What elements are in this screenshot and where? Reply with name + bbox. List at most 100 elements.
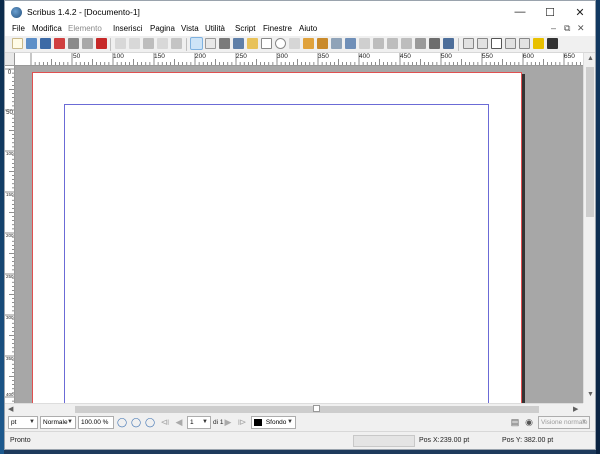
polygon-icon[interactable] [275,38,286,49]
layer-select[interactable]: Sfondo ▼ [251,416,296,429]
minimize-button[interactable]: — [505,1,535,23]
ruler-tick-label: 500 [441,53,452,60]
cut-icon[interactable] [143,38,154,49]
open-document-icon[interactable] [26,38,37,49]
pdf-annotation-icon[interactable] [533,38,544,49]
preflight-icon[interactable] [82,38,93,49]
close-document-icon[interactable] [54,38,65,49]
pdf-button-icon[interactable] [463,38,474,49]
document-canvas[interactable] [15,66,583,403]
menu-modifica[interactable]: Modifica [32,24,62,33]
ruler-tick-label: 350 [318,53,329,60]
menu-utilita[interactable]: Utilità [205,24,225,33]
maximize-button[interactable]: ☐ [535,1,565,23]
visual-appearance-icon[interactable]: ◉ [524,417,534,427]
view-toolbar: pt ▼ Normale ▼ 100.00 % ◯ ◯ ◯ ⧏ ◀ 1 ▼ di… [5,414,595,431]
zoom-icon[interactable] [345,38,356,49]
unlink-frames-icon[interactable] [401,38,412,49]
ruler-tick-label: 200 [6,233,14,238]
scroll-right-arrow-icon[interactable]: ▶ [573,405,578,413]
last-page-icon[interactable]: ⧐ [237,417,247,427]
previous-page-icon[interactable]: ◀ [174,417,184,427]
redo-icon[interactable] [129,38,140,49]
edit-text-icon[interactable] [373,38,384,49]
horizontal-ruler-ticks [30,53,581,65]
eyedropper-icon[interactable] [443,38,454,49]
ruler-tick-label: 600 [523,53,534,60]
menu-elemento[interactable]: Elemento [68,24,102,33]
mdi-restore-button[interactable]: ⧉ [564,23,570,34]
document-page[interactable] [32,72,522,403]
pdf-link-icon[interactable] [547,38,558,49]
print-icon[interactable] [68,38,79,49]
paste-icon[interactable] [171,38,182,49]
vertical-scrollbar[interactable]: ▲ ▼ [583,53,595,403]
link-frames-icon[interactable] [387,38,398,49]
pdf-listbox-icon[interactable] [519,38,530,49]
pdf-combobox-icon[interactable] [505,38,516,49]
export-pdf-icon[interactable] [96,38,107,49]
menu-file[interactable]: File [12,24,25,33]
scroll-left-arrow-icon[interactable]: ◀ [8,405,13,413]
save-icon[interactable] [40,38,51,49]
ruler-tick-label: 400 [6,392,14,397]
pdf-textfield-icon[interactable] [477,38,488,49]
pdf-checkbox-icon[interactable] [491,38,502,49]
menu-bar: File Modifica Elemento Inserisci Pagina … [5,23,595,36]
menu-finestre[interactable]: Finestre [263,24,292,33]
ruler-tick-label: 650 [564,53,575,60]
close-button[interactable]: ✕ [565,1,595,23]
scroll-down-arrow-icon[interactable]: ▼ [587,391,594,398]
line-icon[interactable] [289,38,300,49]
preview-mode-icon[interactable]: ▤ [510,417,520,427]
ruler-tick-label: 550 [482,53,493,60]
horizontal-scroll-thumb[interactable] [75,406,539,413]
bezier-icon[interactable] [303,38,314,49]
page-number-select[interactable]: 1 ▼ [187,416,211,429]
window-title: Scribus 1.4.2 - [Documento-1] [27,7,140,17]
mode-select[interactable]: Normale ▼ [40,416,76,429]
zoom-input[interactable]: 100.00 % [78,416,114,429]
status-bar: Pronto Pos X: 239.00 pt Pos Y: 382.00 pt [5,431,595,449]
edit-content-icon[interactable] [359,38,370,49]
ruler-tick-label: 0 [7,70,12,76]
copy-icon[interactable] [157,38,168,49]
zoom-out-icon[interactable]: ◯ [117,417,127,427]
menu-vista[interactable]: Vista [181,24,199,33]
ruler-corner[interactable] [5,53,15,66]
toolbar-separator [110,38,111,51]
shape-icon[interactable] [261,38,272,49]
menu-inserisci[interactable]: Inserisci [113,24,142,33]
text-frame-icon[interactable] [205,38,216,49]
view-mode-select[interactable]: Visione normale ▼ [538,416,590,429]
image-frame-icon[interactable] [219,38,230,49]
mdi-minimize-button[interactable]: – [551,23,556,33]
menu-script[interactable]: Script [235,24,255,33]
render-frame-icon[interactable] [233,38,244,49]
first-page-icon[interactable]: ⧏ [160,417,170,427]
page-count-label: di 1 [213,419,224,426]
select-tool-icon[interactable] [190,37,203,50]
copy-properties-icon[interactable] [429,38,440,49]
next-page-icon[interactable]: ▶ [223,417,233,427]
ruler-tick-label: 250 [236,53,247,60]
zoom-100-icon[interactable]: ◯ [131,417,141,427]
new-document-icon[interactable] [12,38,23,49]
unit-value: pt [11,419,17,426]
menu-aiuto[interactable]: Aiuto [299,24,317,33]
menu-pagina[interactable]: Pagina [150,24,175,33]
measure-icon[interactable] [415,38,426,49]
zoom-value: 100.00 % [81,419,109,426]
unit-select[interactable]: pt ▼ [8,416,38,429]
table-icon[interactable] [247,38,258,49]
freehand-icon[interactable] [317,38,328,49]
horizontal-scrollbar[interactable]: ◀ ▶ [5,403,583,414]
rotate-icon[interactable] [331,38,342,49]
undo-icon[interactable] [115,38,126,49]
vertical-scroll-thumb[interactable] [586,67,594,217]
mdi-close-button[interactable]: ✕ [577,23,585,34]
scroll-thumb-grip [313,405,320,412]
scroll-up-arrow-icon[interactable]: ▲ [587,55,594,62]
ruler-tick-label: 250 [6,274,14,279]
zoom-in-icon[interactable]: ◯ [145,417,155,427]
